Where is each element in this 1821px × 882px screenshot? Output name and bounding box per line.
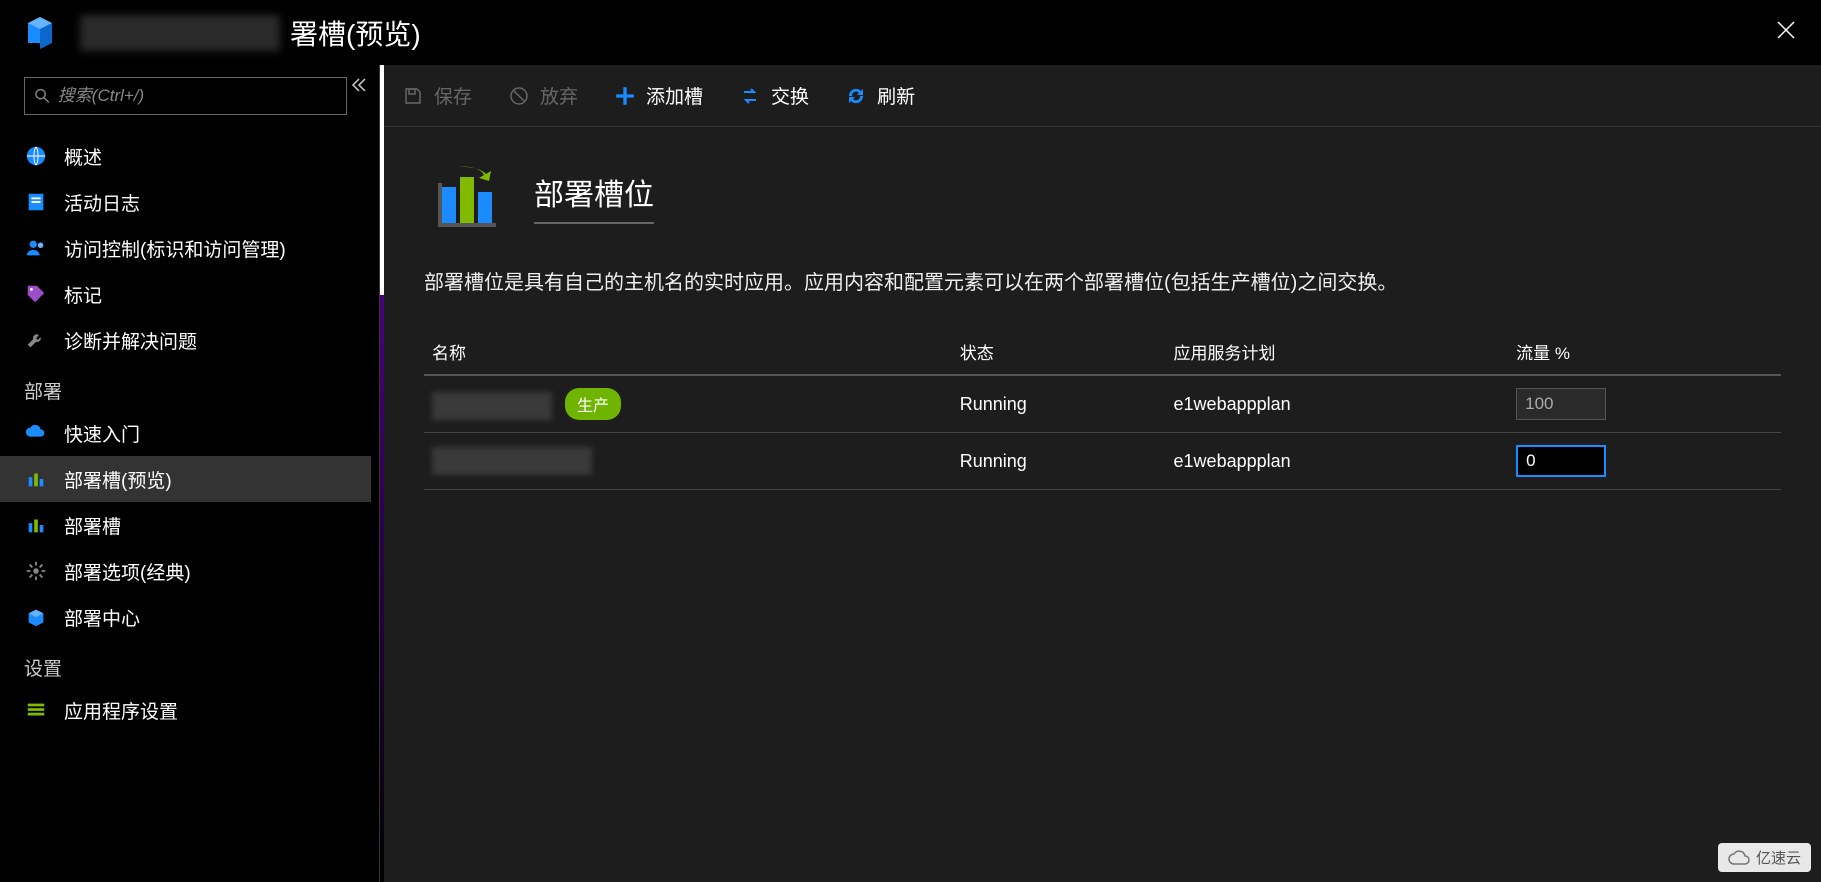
list-icon [24,698,48,722]
sidebar-item-activity-log[interactable]: 活动日志 [0,179,371,225]
status-cell: Running [952,433,1166,490]
header: 署槽(预览) [0,0,1821,65]
cloud-icon [24,421,48,445]
toolbar-label: 放弃 [540,82,578,109]
slots-table: 名称 状态 应用服务计划 流量 % 生产 Running e1webapppla… [424,329,1781,490]
status-cell: Running [952,375,1166,433]
plan-cell: e1webappplan [1166,375,1509,433]
sidebar-item-tags[interactable]: 标记 [0,271,371,317]
section-header-deploy: 部署 [0,363,371,410]
search-input-container[interactable] [24,77,347,115]
refresh-button[interactable]: 刷新 [845,82,915,109]
sidebar-item-label: 标记 [64,281,102,308]
description-text: 部署槽位是具有自己的主机名的实时应用。应用内容和配置元素可以在两个部署槽位(包括… [424,267,1781,299]
col-plan: 应用服务计划 [1166,329,1509,375]
tag-icon [24,282,48,306]
close-button[interactable] [1771,15,1801,45]
sidebar: 概述 活动日志 访问控制(标识和访问管理) 标记 诊断并解决问题 部署 快速入门… [0,65,380,882]
search-icon [35,88,50,104]
sidebar-item-deployment-center[interactable]: 部署中心 [0,594,371,640]
cloud-icon [1728,850,1750,866]
globe-icon [24,144,48,168]
plus-icon [614,85,636,107]
app-logo [20,13,60,53]
col-status: 状态 [952,329,1166,375]
swap-button[interactable]: 交换 [739,82,809,109]
close-icon [1776,20,1796,40]
sidebar-item-label: 部署槽(预览) [64,466,172,493]
section-header-settings: 设置 [0,640,371,687]
sidebar-item-label: 应用程序设置 [64,697,178,724]
toolbar-label: 保存 [434,82,472,109]
search-input[interactable] [58,86,336,106]
collapse-sidebar-button[interactable] [347,73,371,97]
plan-cell: e1webappplan [1166,433,1509,490]
save-icon [402,85,424,107]
sidebar-item-access-control[interactable]: 访问控制(标识和访问管理) [0,225,371,271]
table-row[interactable]: Running e1webappplan [424,433,1781,490]
toolbar-label: 刷新 [877,82,915,109]
col-name: 名称 [424,329,952,375]
sidebar-item-overview[interactable]: 概述 [0,133,371,179]
content-pane: 保存 放弃 添加槽 交换 刷新 [380,65,1821,882]
save-button[interactable]: 保存 [402,82,472,109]
sidebar-item-diagnose[interactable]: 诊断并解决问题 [0,317,371,363]
log-icon [24,190,48,214]
production-badge: 生产 [565,388,621,420]
discard-button[interactable]: 放弃 [508,82,578,109]
chevron-double-left-icon [351,77,367,93]
box-icon [24,605,48,629]
sidebar-item-label: 概述 [64,143,102,170]
gear-icon [24,559,48,583]
sidebar-item-label: 访问控制(标识和访问管理) [64,235,286,262]
hero: 部署槽位 [424,157,1781,237]
header-title-obscured [80,15,280,51]
toolbar: 保存 放弃 添加槽 交换 刷新 [384,65,1821,127]
toolbar-label: 交换 [771,82,809,109]
sidebar-item-label: 部署中心 [64,604,140,631]
bars-icon [24,513,48,537]
refresh-icon [845,85,867,107]
traffic-input[interactable] [1516,445,1606,477]
traffic-input [1516,388,1606,420]
sidebar-item-label: 部署槽 [64,512,121,539]
toolbar-label: 添加槽 [646,82,703,109]
people-icon [24,236,48,260]
watermark-text: 亿速云 [1756,847,1801,868]
slot-name-obscured [432,447,592,475]
bars-icon [24,467,48,491]
sidebar-item-deployment-options[interactable]: 部署选项(经典) [0,548,371,594]
page-title-suffix: 署槽(预览) [290,13,421,53]
hero-title: 部署槽位 [534,170,654,224]
sidebar-item-quickstart[interactable]: 快速入门 [0,410,371,456]
sidebar-item-label: 活动日志 [64,189,140,216]
watermark: 亿速云 [1718,843,1811,872]
sidebar-item-app-settings[interactable]: 应用程序设置 [0,687,371,733]
slot-name-obscured [432,392,552,420]
col-traffic: 流量 % [1508,329,1781,375]
sidebar-item-deployment-slots-preview[interactable]: 部署槽(预览) [0,456,371,502]
hero-icon [424,157,504,237]
sidebar-item-label: 快速入门 [64,420,140,447]
sidebar-item-deployment-slots[interactable]: 部署槽 [0,502,371,548]
swap-icon [739,85,761,107]
add-slot-button[interactable]: 添加槽 [614,82,703,109]
sidebar-item-label: 诊断并解决问题 [64,327,197,354]
sidebar-item-label: 部署选项(经典) [64,558,191,585]
wrench-icon [24,328,48,352]
discard-icon [508,85,530,107]
table-row[interactable]: 生产 Running e1webappplan [424,375,1781,433]
